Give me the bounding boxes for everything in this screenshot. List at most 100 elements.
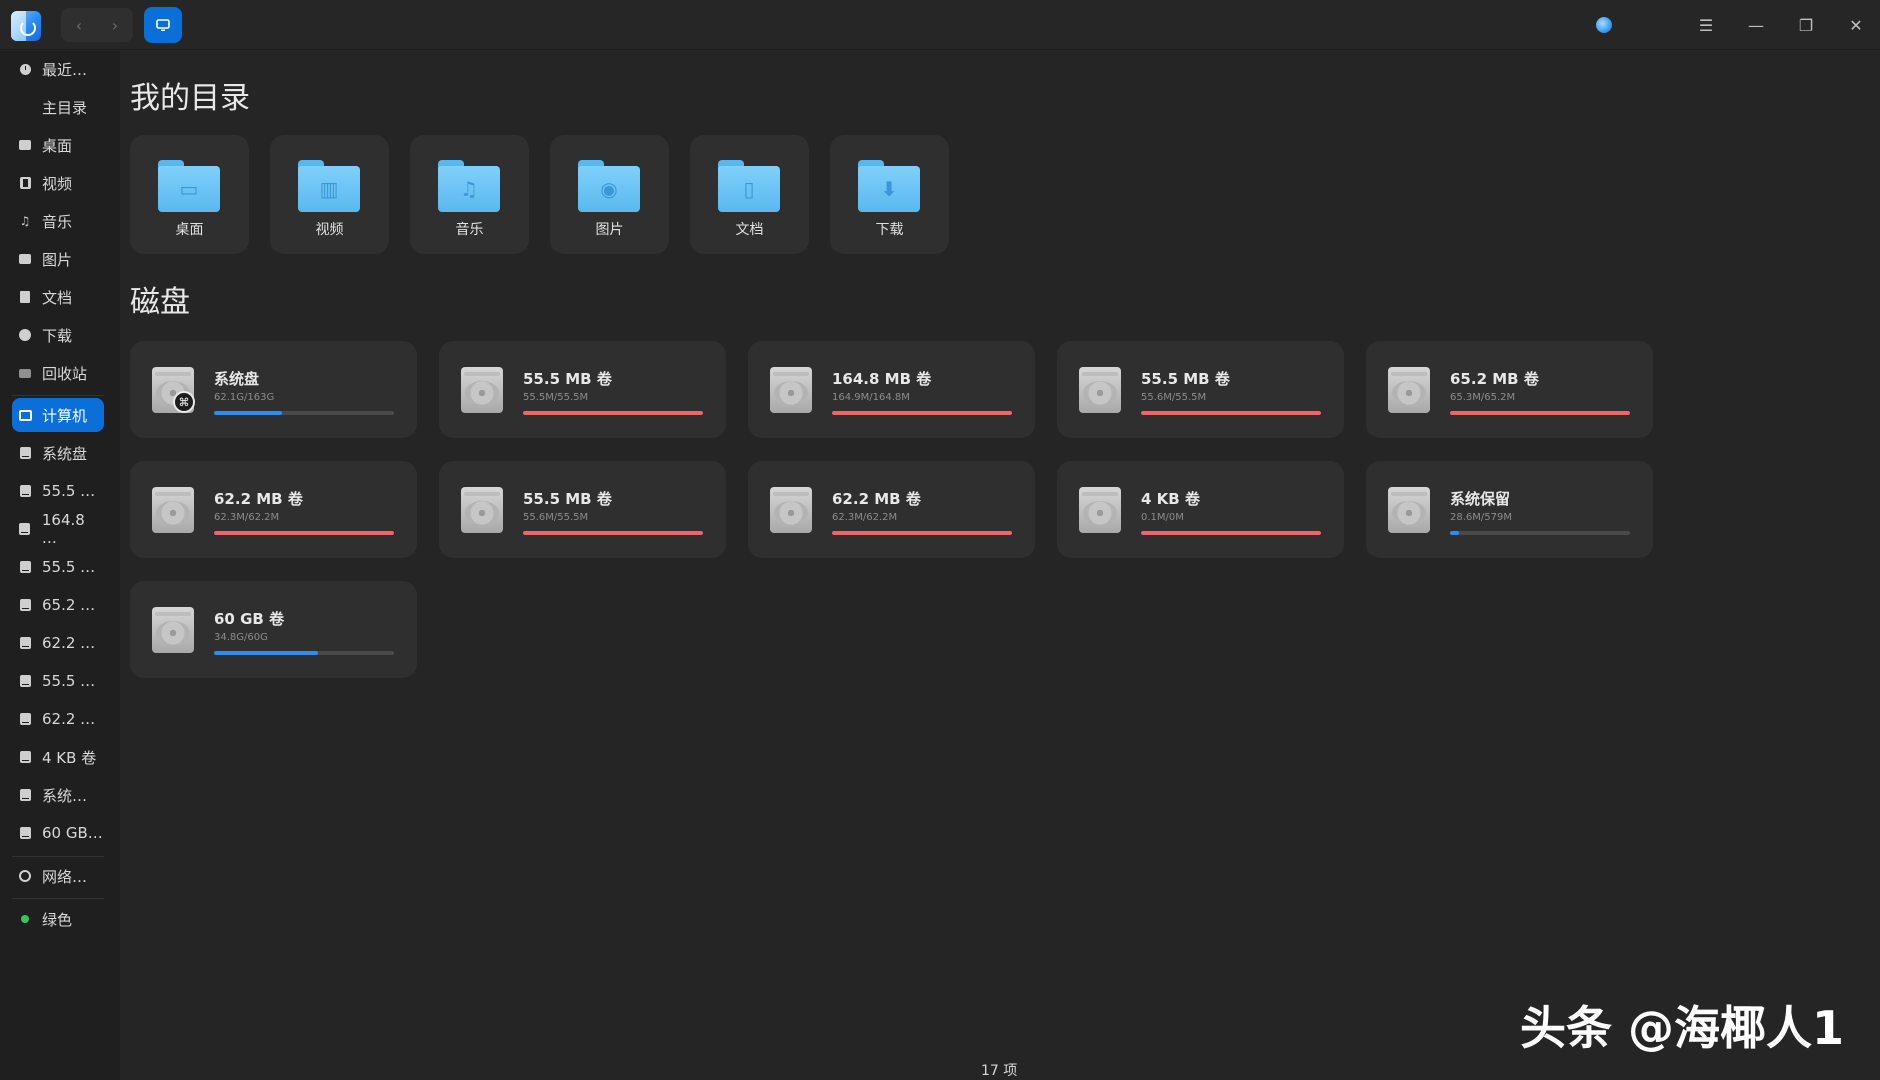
dir-card-videos[interactable]: ▥ 视频: [270, 135, 389, 254]
disk-name: 164.8 MB 卷: [832, 370, 932, 388]
sidebar-item-recent[interactable]: 最近…: [12, 52, 104, 86]
main-content: 我的目录 ▭ 桌面 ▥ 视频 ♫ 音乐 ◉ 图片 ▯ 文档 ⬇ 下载 磁盘 ⌘ …: [120, 51, 1880, 1080]
sidebar-item-tag-green[interactable]: 绿色: [12, 902, 104, 936]
disk-usage-bar: [1141, 411, 1321, 415]
document-icon: [18, 290, 32, 304]
disk-card[interactable]: 系统保留 28.6M/579M: [1366, 461, 1653, 558]
sidebar-item-volume[interactable]: 55.5 …: [12, 664, 104, 698]
disk-usage-bar: [832, 411, 1012, 415]
drive-icon: [18, 636, 32, 650]
hard-disk-icon: [152, 607, 194, 653]
disk-card[interactable]: 164.8 MB 卷 164.9M/164.8M: [748, 341, 1035, 438]
drive-icon: [18, 522, 32, 536]
disk-usage-bar: [523, 411, 703, 415]
disk-usage-fill: [214, 651, 319, 655]
sidebar-item-desktop[interactable]: 桌面: [12, 128, 104, 162]
sidebar-item-system-disk[interactable]: 系统盘: [12, 436, 104, 470]
disk-card[interactable]: 55.5 MB 卷 55.6M/55.5M: [439, 461, 726, 558]
dir-card-documents[interactable]: ▯ 文档: [690, 135, 809, 254]
dir-label: 下载: [875, 222, 904, 238]
sidebar-item-home[interactable]: 主目录: [12, 90, 104, 124]
disk-card[interactable]: 62.2 MB 卷 62.3M/62.2M: [748, 461, 1035, 558]
disk-usage: 62.3M/62.2M: [832, 512, 898, 523]
hard-disk-icon: [1388, 367, 1430, 413]
disk-usage-fill: [214, 411, 283, 415]
maximize-button[interactable]: ❐: [1786, 0, 1826, 50]
disk-name: 55.5 MB 卷: [1141, 370, 1230, 388]
sidebar-item-network[interactable]: 网络…: [12, 859, 104, 893]
main-menu-button[interactable]: ☰: [1686, 0, 1726, 50]
sidebar-divider: [12, 856, 104, 857]
sidebar-item-label: 62.2 …: [42, 710, 96, 728]
navigation-buttons: ‹ ›: [61, 8, 133, 42]
sidebar-item-music[interactable]: ♫ 音乐: [12, 204, 104, 238]
disk-usage-fill: [523, 411, 703, 415]
disk-card[interactable]: 55.5 MB 卷 55.5M/55.5M: [439, 341, 726, 438]
sidebar-item-volume[interactable]: 164.8 …: [12, 511, 104, 547]
close-button[interactable]: ✕: [1836, 0, 1876, 50]
disk-usage: 62.1G/163G: [214, 392, 275, 403]
drive-icon: [18, 712, 32, 726]
folder-pictures-icon: ◉: [578, 160, 640, 212]
sidebar-item-documents[interactable]: 文档: [12, 280, 104, 314]
folder-documents-icon: ▯: [718, 160, 780, 212]
hard-disk-icon: [1079, 367, 1121, 413]
disk-usage-bar: [1450, 411, 1630, 415]
dir-label: 视频: [315, 222, 344, 238]
forward-button[interactable]: ›: [97, 8, 133, 42]
video-icon: [18, 176, 32, 190]
sidebar-item-volume[interactable]: 55.5 …: [12, 474, 104, 508]
sidebar-item-computer[interactable]: 计算机: [12, 398, 104, 432]
disk-name: 55.5 MB 卷: [523, 370, 612, 388]
disk-card[interactable]: 4 KB 卷 0.1M/0M: [1057, 461, 1344, 558]
dir-card-desktop[interactable]: ▭ 桌面: [130, 135, 249, 254]
sidebar-item-label: 系统…: [42, 786, 88, 805]
search-icon: [1596, 17, 1612, 33]
sidebar-item-videos[interactable]: 视频: [12, 166, 104, 200]
folder-desktop-icon: ▭: [158, 160, 220, 212]
sidebar-item-downloads[interactable]: 下载: [12, 318, 104, 352]
sidebar-item-label: 55.5 …: [42, 482, 96, 500]
sidebar-item-label: 网络…: [42, 867, 88, 886]
sidebar-item-volume[interactable]: 4 KB 卷: [12, 740, 104, 774]
folder-downloads-icon: ⬇: [858, 160, 920, 212]
dir-card-pictures[interactable]: ◉ 图片: [550, 135, 669, 254]
disk-name: 62.2 MB 卷: [832, 490, 921, 508]
dir-card-music[interactable]: ♫ 音乐: [410, 135, 529, 254]
dir-label: 桌面: [175, 222, 204, 238]
sidebar-item-volume[interactable]: 62.2 …: [12, 702, 104, 736]
sidebar-item-trash[interactable]: 回收站: [12, 356, 104, 390]
sidebar-item-label: 65.2 …: [42, 596, 96, 614]
back-button[interactable]: ‹: [61, 8, 97, 42]
disk-usage: 164.9M/164.8M: [832, 392, 910, 403]
dir-card-downloads[interactable]: ⬇ 下载: [830, 135, 949, 254]
disk-usage-fill: [1141, 531, 1321, 535]
download-icon: [18, 328, 32, 342]
drive-icon: [18, 598, 32, 612]
search-button[interactable]: [1584, 0, 1624, 50]
disk-card[interactable]: 55.5 MB 卷 55.6M/55.5M: [1057, 341, 1344, 438]
disk-name: 55.5 MB 卷: [523, 490, 612, 508]
view-mode-button[interactable]: [144, 7, 182, 43]
hard-disk-icon: [461, 367, 503, 413]
sidebar-item-volume[interactable]: 55.5 …: [12, 550, 104, 584]
disk-card[interactable]: 60 GB 卷 34.8G/60G: [130, 581, 417, 678]
sidebar-item-pictures[interactable]: 图片: [12, 242, 104, 276]
disk-card[interactable]: 65.2 MB 卷 65.3M/65.2M: [1366, 341, 1653, 438]
home-icon: [18, 100, 32, 114]
sidebar-item-volume[interactable]: 65.2 …: [12, 588, 104, 622]
minimize-button[interactable]: —: [1736, 0, 1776, 50]
sidebar-item-label: 60 GB…: [42, 824, 103, 842]
system-badge-icon: ⌘: [173, 391, 195, 413]
disk-usage-fill: [832, 531, 1012, 535]
section-title-disks: 磁盘: [130, 285, 190, 320]
hard-disk-icon: [770, 367, 812, 413]
disk-name: 系统保留: [1450, 490, 1511, 508]
disk-usage: 0.1M/0M: [1141, 512, 1184, 523]
disk-card[interactable]: ⌘ 系统盘 62.1G/163G: [130, 341, 417, 438]
trash-icon: [18, 366, 32, 380]
sidebar-item-volume[interactable]: 62.2 …: [12, 626, 104, 660]
disk-card[interactable]: 62.2 MB 卷 62.3M/62.2M: [130, 461, 417, 558]
sidebar-item-volume[interactable]: 系统…: [12, 778, 104, 812]
sidebar-item-volume[interactable]: 60 GB…: [12, 816, 104, 850]
